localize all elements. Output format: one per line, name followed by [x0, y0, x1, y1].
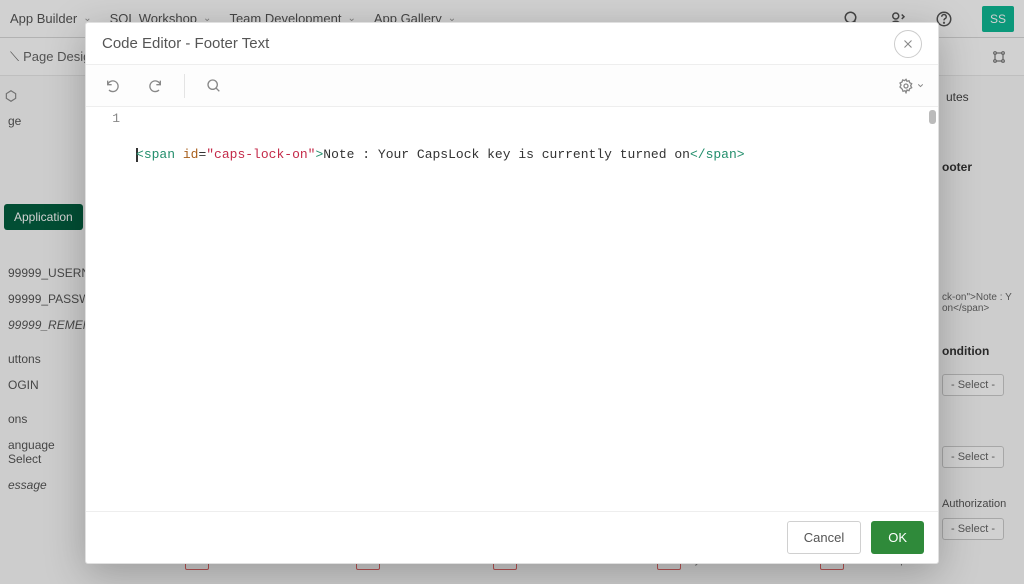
- find-button[interactable]: [197, 70, 231, 102]
- line-gutter: 1: [86, 107, 130, 511]
- code-line: <span id="caps-lock-on">Note : Your Caps…: [136, 146, 932, 164]
- code-editor-modal: Code Editor - Footer Text: [85, 22, 939, 564]
- modal-footer: Cancel OK: [86, 511, 938, 563]
- modal-title: Code Editor - Footer Text: [102, 35, 894, 52]
- chevron-down-icon: [916, 81, 925, 90]
- cancel-button[interactable]: Cancel: [787, 521, 861, 554]
- close-icon: [902, 38, 914, 50]
- undo-button[interactable]: [96, 70, 130, 102]
- search-icon: [206, 78, 222, 94]
- settings-button[interactable]: [894, 70, 928, 102]
- undo-icon: [105, 78, 121, 94]
- code-area[interactable]: <span id="caps-lock-on">Note : Your Caps…: [130, 107, 938, 511]
- gear-icon: [898, 78, 914, 94]
- editor-toolbar: [86, 65, 938, 107]
- modal-header: Code Editor - Footer Text: [86, 23, 938, 65]
- editor-scrollbar[interactable]: [929, 110, 936, 124]
- line-number: 1: [90, 110, 120, 128]
- close-button[interactable]: [894, 30, 922, 58]
- ok-button[interactable]: OK: [871, 521, 924, 554]
- redo-button[interactable]: [138, 70, 172, 102]
- code-editor[interactable]: 1 <span id="caps-lock-on">Note : Your Ca…: [86, 107, 938, 511]
- modal-overlay: Code Editor - Footer Text: [0, 0, 1024, 584]
- redo-icon: [147, 78, 163, 94]
